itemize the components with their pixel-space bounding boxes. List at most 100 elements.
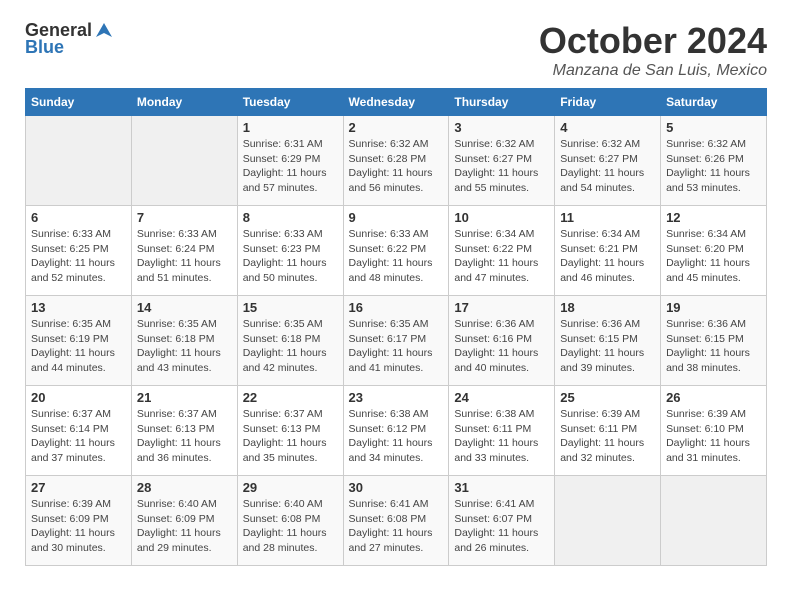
day-cell: 23 Sunrise: 6:38 AMSunset: 6:12 PMDayligh…: [343, 386, 449, 476]
day-cell: 13 Sunrise: 6:35 AMSunset: 6:19 PMDayligh…: [26, 296, 132, 386]
day-number: 18: [560, 300, 655, 315]
day-number: 27: [31, 480, 126, 495]
day-cell: 5 Sunrise: 6:32 AMSunset: 6:26 PMDaylight…: [661, 116, 767, 206]
day-info: Sunrise: 6:35 AMSunset: 6:18 PMDaylight:…: [137, 317, 232, 376]
day-number: 9: [349, 210, 444, 225]
day-cell: 1Sunrise: 6:31 AMSunset: 6:29 PMDaylight…: [237, 116, 343, 206]
day-cell: 31Sunrise: 6:41 AMSunset: 6:07 PMDayligh…: [449, 476, 555, 566]
logo-bird-icon: [94, 21, 114, 41]
day-info: Sunrise: 6:39 AMSunset: 6:10 PMDaylight:…: [666, 407, 761, 466]
day-info: Sunrise: 6:41 AMSunset: 6:08 PMDaylight:…: [349, 497, 444, 556]
day-number: 3: [454, 120, 549, 135]
day-number: 5: [666, 120, 761, 135]
day-number: 26: [666, 390, 761, 405]
column-header-monday: Monday: [131, 89, 237, 116]
day-cell: 12 Sunrise: 6:34 AMSunset: 6:20 PMDayligh…: [661, 206, 767, 296]
day-cell: 30 Sunrise: 6:41 AMSunset: 6:08 PMDayligh…: [343, 476, 449, 566]
day-cell: 2 Sunrise: 6:32 AMSunset: 6:28 PMDaylight…: [343, 116, 449, 206]
day-info: Sunrise: 6:31 AMSunset: 6:29 PMDaylight:…: [243, 137, 338, 196]
logo: General Blue: [25, 20, 114, 58]
day-info: Sunrise: 6:33 AMSunset: 6:22 PMDaylight:…: [349, 227, 444, 286]
week-row-4: 20 Sunrise: 6:37 AMSunset: 6:14 PMDayligh…: [26, 386, 767, 476]
month-title: October 2024: [539, 20, 767, 62]
day-cell: 29Sunrise: 6:40 AMSunset: 6:08 PMDayligh…: [237, 476, 343, 566]
week-row-3: 13 Sunrise: 6:35 AMSunset: 6:19 PMDayligh…: [26, 296, 767, 386]
day-number: 8: [243, 210, 338, 225]
day-info: Sunrise: 6:38 AMSunset: 6:11 PMDaylight:…: [454, 407, 549, 466]
day-number: 12: [666, 210, 761, 225]
day-cell: 20 Sunrise: 6:37 AMSunset: 6:14 PMDayligh…: [26, 386, 132, 476]
day-cell: 8Sunrise: 6:33 AMSunset: 6:23 PMDaylight…: [237, 206, 343, 296]
day-info: Sunrise: 6:37 AMSunset: 6:13 PMDaylight:…: [243, 407, 338, 466]
day-number: 7: [137, 210, 232, 225]
day-info: Sunrise: 6:33 AMSunset: 6:24 PMDaylight:…: [137, 227, 232, 286]
day-cell: 7 Sunrise: 6:33 AMSunset: 6:24 PMDaylight…: [131, 206, 237, 296]
day-cell: 26 Sunrise: 6:39 AMSunset: 6:10 PMDayligh…: [661, 386, 767, 476]
day-info: Sunrise: 6:32 AMSunset: 6:26 PMDaylight:…: [666, 137, 761, 196]
day-number: 17: [454, 300, 549, 315]
day-cell: 11Sunrise: 6:34 AMSunset: 6:21 PMDayligh…: [555, 206, 661, 296]
day-cell: [661, 476, 767, 566]
day-number: 13: [31, 300, 126, 315]
day-number: 14: [137, 300, 232, 315]
day-cell: 22 Sunrise: 6:37 AMSunset: 6:13 PMDayligh…: [237, 386, 343, 476]
day-number: 30: [349, 480, 444, 495]
day-cell: [555, 476, 661, 566]
day-info: Sunrise: 6:40 AMSunset: 6:09 PMDaylight:…: [137, 497, 232, 556]
day-info: Sunrise: 6:35 AMSunset: 6:18 PMDaylight:…: [243, 317, 338, 376]
day-cell: 6Sunrise: 6:33 AMSunset: 6:25 PMDaylight…: [26, 206, 132, 296]
day-info: Sunrise: 6:37 AMSunset: 6:14 PMDaylight:…: [31, 407, 126, 466]
column-header-thursday: Thursday: [449, 89, 555, 116]
day-info: Sunrise: 6:38 AMSunset: 6:12 PMDaylight:…: [349, 407, 444, 466]
day-cell: 28Sunrise: 6:40 AMSunset: 6:09 PMDayligh…: [131, 476, 237, 566]
day-cell: 15Sunrise: 6:35 AMSunset: 6:18 PMDayligh…: [237, 296, 343, 386]
day-info: Sunrise: 6:35 AMSunset: 6:19 PMDaylight:…: [31, 317, 126, 376]
day-info: Sunrise: 6:37 AMSunset: 6:13 PMDaylight:…: [137, 407, 232, 466]
header: General Blue October 2024 Manzana de San…: [25, 20, 767, 80]
day-info: Sunrise: 6:39 AMSunset: 6:09 PMDaylight:…: [31, 497, 126, 556]
day-number: 25: [560, 390, 655, 405]
day-number: 21: [137, 390, 232, 405]
day-info: Sunrise: 6:36 AMSunset: 6:15 PMDaylight:…: [666, 317, 761, 376]
location-title: Manzana de San Luis, Mexico: [539, 62, 767, 80]
column-header-sunday: Sunday: [26, 89, 132, 116]
column-header-friday: Friday: [555, 89, 661, 116]
week-row-5: 27 Sunrise: 6:39 AMSunset: 6:09 PMDayligh…: [26, 476, 767, 566]
day-number: 19: [666, 300, 761, 315]
day-info: Sunrise: 6:32 AMSunset: 6:27 PMDaylight:…: [454, 137, 549, 196]
day-number: 11: [560, 210, 655, 225]
calendar-body: 1Sunrise: 6:31 AMSunset: 6:29 PMDaylight…: [26, 116, 767, 566]
day-info: Sunrise: 6:35 AMSunset: 6:17 PMDaylight:…: [349, 317, 444, 376]
day-cell: 19 Sunrise: 6:36 AMSunset: 6:15 PMDayligh…: [661, 296, 767, 386]
title-area: October 2024 Manzana de San Luis, Mexico: [539, 20, 767, 80]
day-info: Sunrise: 6:32 AMSunset: 6:28 PMDaylight:…: [349, 137, 444, 196]
day-number: 2: [349, 120, 444, 135]
day-number: 16: [349, 300, 444, 315]
day-info: Sunrise: 6:36 AMSunset: 6:16 PMDaylight:…: [454, 317, 549, 376]
day-cell: 24 Sunrise: 6:38 AMSunset: 6:11 PMDayligh…: [449, 386, 555, 476]
day-number: 23: [349, 390, 444, 405]
week-row-2: 6Sunrise: 6:33 AMSunset: 6:25 PMDaylight…: [26, 206, 767, 296]
day-number: 24: [454, 390, 549, 405]
day-info: Sunrise: 6:33 AMSunset: 6:25 PMDaylight:…: [31, 227, 126, 286]
day-info: Sunrise: 6:39 AMSunset: 6:11 PMDaylight:…: [560, 407, 655, 466]
day-info: Sunrise: 6:34 AMSunset: 6:20 PMDaylight:…: [666, 227, 761, 286]
day-cell: 25 Sunrise: 6:39 AMSunset: 6:11 PMDayligh…: [555, 386, 661, 476]
day-cell: 21 Sunrise: 6:37 AMSunset: 6:13 PMDayligh…: [131, 386, 237, 476]
day-cell: 16 Sunrise: 6:35 AMSunset: 6:17 PMDayligh…: [343, 296, 449, 386]
day-cell: 17 Sunrise: 6:36 AMSunset: 6:16 PMDayligh…: [449, 296, 555, 386]
column-header-saturday: Saturday: [661, 89, 767, 116]
day-cell: 18Sunrise: 6:36 AMSunset: 6:15 PMDayligh…: [555, 296, 661, 386]
week-row-1: 1Sunrise: 6:31 AMSunset: 6:29 PMDaylight…: [26, 116, 767, 206]
day-cell: 10Sunrise: 6:34 AMSunset: 6:22 PMDayligh…: [449, 206, 555, 296]
day-cell: [26, 116, 132, 206]
day-cell: 3 Sunrise: 6:32 AMSunset: 6:27 PMDaylight…: [449, 116, 555, 206]
calendar-header-row: SundayMondayTuesdayWednesdayThursdayFrid…: [26, 89, 767, 116]
day-cell: 4Sunrise: 6:32 AMSunset: 6:27 PMDaylight…: [555, 116, 661, 206]
calendar-table: SundayMondayTuesdayWednesdayThursdayFrid…: [25, 88, 767, 566]
day-number: 22: [243, 390, 338, 405]
day-number: 31: [454, 480, 549, 495]
column-header-tuesday: Tuesday: [237, 89, 343, 116]
day-number: 20: [31, 390, 126, 405]
day-info: Sunrise: 6:34 AMSunset: 6:22 PMDaylight:…: [454, 227, 549, 286]
